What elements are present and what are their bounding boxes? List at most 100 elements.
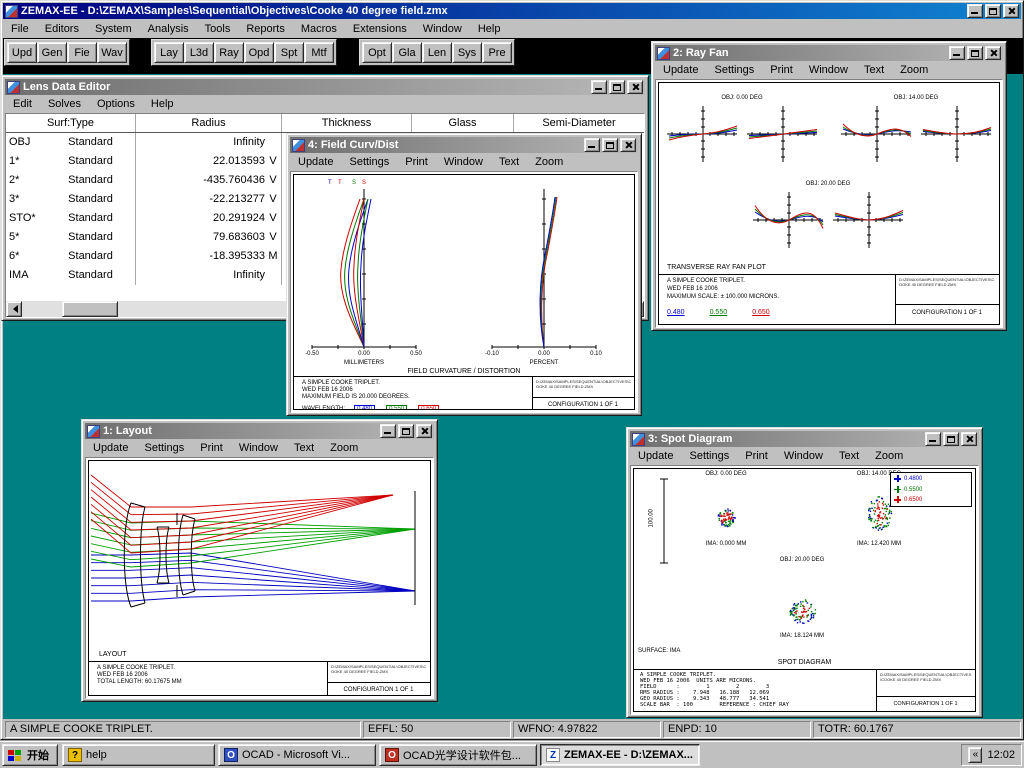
toolbar-pre-button[interactable]: Pre [482, 42, 512, 63]
toolbar-lay-button[interactable]: Lay [154, 42, 184, 63]
lde-menu-edit[interactable]: Edit [5, 96, 40, 112]
rayfan-title-bar[interactable]: 2: Ray Fan [655, 45, 1003, 61]
spot-menu-settings[interactable]: Settings [681, 448, 737, 464]
lde-cell-type[interactable]: Standard [46, 209, 135, 228]
menu-analysis[interactable]: Analysis [140, 21, 197, 37]
spot-menu-zoom[interactable]: Zoom [867, 448, 911, 464]
lde-maximize-button[interactable] [609, 80, 625, 94]
lde-cell-type[interactable]: Standard [46, 266, 135, 285]
fieldcurv-close-button[interactable] [620, 138, 636, 152]
toolbar-gla-button[interactable]: Gla [392, 42, 422, 63]
menu-system[interactable]: System [87, 21, 140, 37]
minimize-button[interactable] [967, 4, 983, 18]
lde-cell-radius-flag[interactable] [265, 133, 281, 152]
lde-cell-surf[interactable]: 6* [6, 247, 46, 266]
lde-cell-type[interactable]: Standard [46, 190, 135, 209]
rayfan-menu-zoom[interactable]: Zoom [892, 62, 936, 78]
fieldcurv-menu-zoom[interactable]: Zoom [527, 154, 571, 170]
lde-close-button[interactable] [627, 80, 643, 94]
lde-cell-radius-flag[interactable]: V [265, 190, 281, 209]
lde-cell-radius[interactable]: 79.683603 [136, 228, 265, 247]
layout-maximize-button[interactable] [398, 424, 414, 438]
tray-chevron-button[interactable]: « [968, 747, 982, 763]
spot-minimize-button[interactable] [925, 432, 941, 446]
lde-menu-options[interactable]: Options [89, 96, 143, 112]
spot-menu-text[interactable]: Text [831, 448, 867, 464]
menu-reports[interactable]: Reports [238, 21, 293, 37]
toolbar-l3d-button[interactable]: L3d [184, 42, 214, 63]
rayfan-minimize-button[interactable] [949, 46, 965, 60]
scroll-thumb[interactable] [62, 301, 118, 317]
lde-window-icon[interactable] [7, 81, 20, 94]
lde-cell-type[interactable]: Standard [46, 133, 135, 152]
lde-cell-radius[interactable]: -435.760436 [136, 171, 265, 190]
toolbar-spt-button[interactable]: Spt [274, 42, 304, 63]
layout-menu-update[interactable]: Update [85, 440, 136, 456]
fieldcurv-menu-print[interactable]: Print [397, 154, 436, 170]
lde-cell-surf[interactable]: STO* [6, 209, 46, 228]
menu-file[interactable]: File [3, 21, 37, 37]
lde-cell-surf[interactable]: 5* [6, 228, 46, 247]
lde-menu-help[interactable]: Help [143, 96, 182, 112]
lde-cell-surf[interactable]: IMA [6, 266, 46, 285]
toolbar-len-button[interactable]: Len [422, 42, 452, 63]
toolbar-opt-button[interactable]: Opt [362, 42, 392, 63]
fieldcurv-menu-update[interactable]: Update [290, 154, 341, 170]
rayfan-menu-settings[interactable]: Settings [706, 62, 762, 78]
layout-menu-settings[interactable]: Settings [136, 440, 192, 456]
fieldcurv-title-bar[interactable]: 4: Field Curv/Dist [290, 137, 638, 153]
fieldcurv-maximize-button[interactable] [602, 138, 618, 152]
toolbar-ray-button[interactable]: Ray [214, 42, 244, 63]
app-icon[interactable] [5, 5, 18, 18]
toolbar-opd-button[interactable]: Opd [244, 42, 274, 63]
toolbar-upd-button[interactable]: Upd [7, 42, 37, 63]
layout-title-bar[interactable]: 1: Layout [85, 423, 434, 439]
spot-close-button[interactable] [961, 432, 977, 446]
maximize-button[interactable] [985, 4, 1001, 18]
lde-cell-radius-flag[interactable] [265, 266, 281, 285]
spot-maximize-button[interactable] [943, 432, 959, 446]
fieldcurv-menu-text[interactable]: Text [491, 154, 527, 170]
layout-menu-text[interactable]: Text [286, 440, 322, 456]
fieldcurv-window-icon[interactable] [292, 139, 305, 152]
lde-cell-type[interactable]: Standard [46, 152, 135, 171]
lde-cell-radius[interactable]: 20.291924 [136, 209, 265, 228]
rayfan-window-icon[interactable] [657, 47, 670, 60]
spot-menu-print[interactable]: Print [737, 448, 776, 464]
lde-cell-radius[interactable]: -18.395333 [136, 247, 265, 266]
lde-cell-radius[interactable]: 22.013593 [136, 152, 265, 171]
rayfan-menu-print[interactable]: Print [762, 62, 801, 78]
menu-window[interactable]: Window [415, 21, 470, 37]
toolbar-fie-button[interactable]: Fie [67, 42, 97, 63]
taskbar-button-ocad-vi[interactable]: O OCAD - Microsoft Vi... [218, 744, 376, 766]
layout-window-icon[interactable] [87, 425, 100, 438]
lde-cell-surf[interactable]: 2* [6, 171, 46, 190]
taskbar-button-zemax[interactable]: Z ZEMAX-EE - D:\ZEMAX... [540, 744, 700, 766]
lde-cell-radius[interactable]: Infinity [136, 266, 265, 285]
lde-cell-type[interactable]: Standard [46, 247, 135, 266]
lde-cell-radius-flag[interactable]: V [265, 228, 281, 247]
fieldcurv-minimize-button[interactable] [584, 138, 600, 152]
close-button[interactable] [1003, 4, 1019, 18]
lde-cell-surf[interactable]: 3* [6, 190, 46, 209]
scroll-left-button[interactable] [6, 301, 22, 317]
rayfan-maximize-button[interactable] [967, 46, 983, 60]
toolbar-mtf-button[interactable]: Mtf [304, 42, 334, 63]
fieldcurv-menu-settings[interactable]: Settings [341, 154, 397, 170]
spot-title-bar[interactable]: 3: Spot Diagram [630, 431, 979, 447]
lde-cell-type[interactable]: Standard [46, 171, 135, 190]
layout-menu-window[interactable]: Window [231, 440, 286, 456]
lde-cell-surf[interactable]: 1* [6, 152, 46, 171]
menu-help[interactable]: Help [470, 21, 509, 37]
lde-minimize-button[interactable] [591, 80, 607, 94]
lde-cell-radius-flag[interactable]: V [265, 171, 281, 190]
fieldcurv-menu-window[interactable]: Window [436, 154, 491, 170]
lde-menu-solves[interactable]: Solves [40, 96, 89, 112]
menu-macros[interactable]: Macros [293, 21, 345, 37]
rayfan-menu-window[interactable]: Window [801, 62, 856, 78]
lde-cell-radius-flag[interactable]: M [265, 247, 281, 266]
layout-close-button[interactable] [416, 424, 432, 438]
lde-cell-radius-flag[interactable]: V [265, 152, 281, 171]
taskbar-clock[interactable]: 12:02 [987, 749, 1015, 761]
lde-cell-surf[interactable]: OBJ [6, 133, 46, 152]
